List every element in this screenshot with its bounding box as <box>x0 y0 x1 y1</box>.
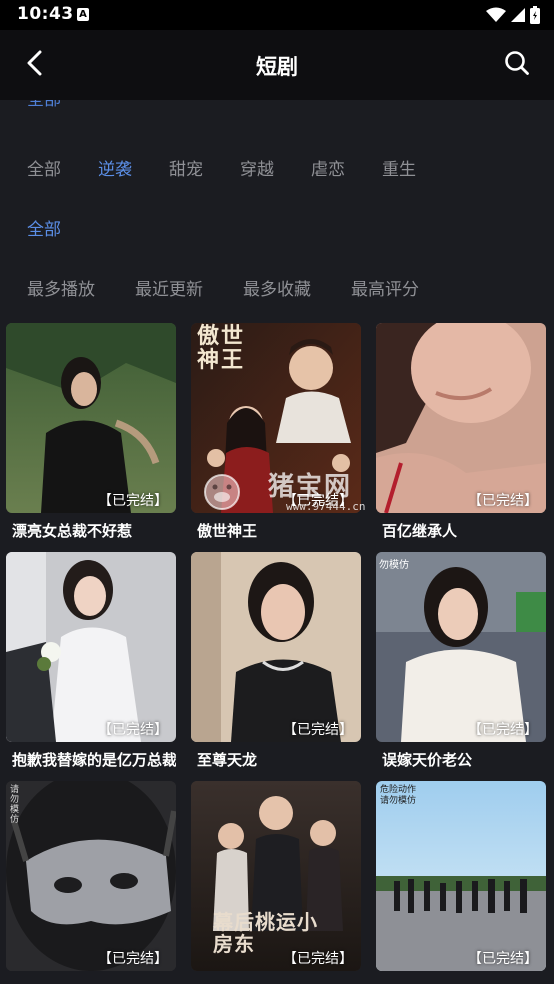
drama-poster: 【已完结】 <box>376 323 546 513</box>
genre-sweet[interactable]: 甜宠 <box>169 155 203 180</box>
poster-warning-text: 勿模仿 <box>379 560 409 571</box>
sort-filter-row: 最多播放 最近更新 最多收藏 最高评分 <box>27 275 459 300</box>
drama-poster: 勿模仿 【已完结】 <box>376 552 546 742</box>
status-bar: 10:43 A <box>0 0 554 30</box>
genre-tragic-love[interactable]: 虐恋 <box>311 155 345 180</box>
sort-recently-updated[interactable]: 最近更新 <box>135 275 203 300</box>
genre-time-travel[interactable]: 穿越 <box>240 155 274 180</box>
status-badge: 【已完结】 <box>283 951 353 967</box>
drama-title: 误嫁天价老公 <box>382 751 473 769</box>
drama-poster: 【已完结】 <box>6 323 176 513</box>
sort-highest-rated[interactable]: 最高评分 <box>351 275 419 300</box>
app-header: 短剧 <box>0 30 554 100</box>
drama-card[interactable]: 【已完结】 百亿继承人 <box>376 323 546 541</box>
wifi-icon <box>486 7 506 23</box>
status-badge: 【已完结】 <box>98 951 168 967</box>
drama-card[interactable]: 【已完结】 至尊天龙 <box>191 552 361 770</box>
drama-title: 漂亮女总裁不好惹 <box>12 522 133 540</box>
status-badge: 【已完结】 <box>283 493 353 509</box>
drama-card[interactable]: 【已完结】 抱歉我替嫁的是亿万总裁 <box>6 552 176 770</box>
signal-icon <box>510 7 526 23</box>
drama-card[interactable]: 幕后桃运小房东 【已完结】 <box>191 781 361 978</box>
page-title: 短剧 <box>256 55 298 79</box>
battery-icon <box>530 6 540 24</box>
status-badge: 【已完结】 <box>98 493 168 509</box>
genre-counterattack[interactable]: 逆袭 <box>98 155 132 180</box>
category-all-partial[interactable]: 全部 <box>27 100 61 109</box>
status-icons <box>486 6 540 24</box>
status-time: 10:43 <box>17 4 74 24</box>
status-filter-row: 全部 <box>27 215 98 240</box>
notification-a-icon: A <box>77 8 89 21</box>
drama-card[interactable]: 勿模仿 【已完结】 误嫁天价老公 <box>376 552 546 770</box>
drama-card[interactable]: 危险动作 请勿模仿 【已完结】 <box>376 781 546 978</box>
drama-title: 抱歉我替嫁的是亿万总裁 <box>12 751 176 769</box>
drama-title: 至尊天龙 <box>197 751 258 769</box>
app-screen: 10:43 A 短剧 全部 全部 逆袭 甜宠 穿越 虐恋 重生 全部 最多播放 … <box>0 0 554 984</box>
category-row-partial: 全部 <box>27 100 61 116</box>
poster-warning-text: 危险动作 请勿模仿 <box>380 785 417 806</box>
status-badge: 【已完结】 <box>468 493 538 509</box>
drama-card[interactable]: 请勿模仿 【已完结】 <box>6 781 176 978</box>
genre-filter-row: 全部 逆袭 甜宠 穿越 虐恋 重生 <box>27 155 453 180</box>
genre-rebirth[interactable]: 重生 <box>382 155 416 180</box>
drama-card[interactable]: 【已完结】 漂亮女总裁不好惹 <box>6 323 176 541</box>
drama-card[interactable]: 傲世神王 【已完结】 傲世神王 <box>191 323 361 541</box>
sort-most-played[interactable]: 最多播放 <box>27 275 95 300</box>
sort-most-favorited[interactable]: 最多收藏 <box>243 275 311 300</box>
drama-poster: 【已完结】 <box>191 552 361 742</box>
drama-poster: 危险动作 请勿模仿 【已完结】 <box>376 781 546 971</box>
status-badge: 【已完结】 <box>98 722 168 738</box>
drama-poster: 傲世神王 【已完结】 <box>191 323 361 513</box>
status-badge: 【已完结】 <box>468 722 538 738</box>
search-icon <box>504 50 530 80</box>
drama-poster: 幕后桃运小房东 【已完结】 <box>191 781 361 971</box>
drama-title: 百亿继承人 <box>382 522 458 540</box>
genre-all[interactable]: 全部 <box>27 155 61 180</box>
status-badge: 【已完结】 <box>283 722 353 738</box>
drama-poster: 【已完结】 <box>6 552 176 742</box>
drama-title: 傲世神王 <box>197 522 258 540</box>
status-all[interactable]: 全部 <box>27 215 61 240</box>
poster-title-text: 傲世神王 <box>197 324 246 373</box>
status-badge: 【已完结】 <box>468 951 538 967</box>
search-button[interactable] <box>500 47 534 83</box>
drama-poster: 请勿模仿 【已完结】 <box>6 781 176 971</box>
poster-warning-text: 请勿模仿 <box>10 785 20 825</box>
